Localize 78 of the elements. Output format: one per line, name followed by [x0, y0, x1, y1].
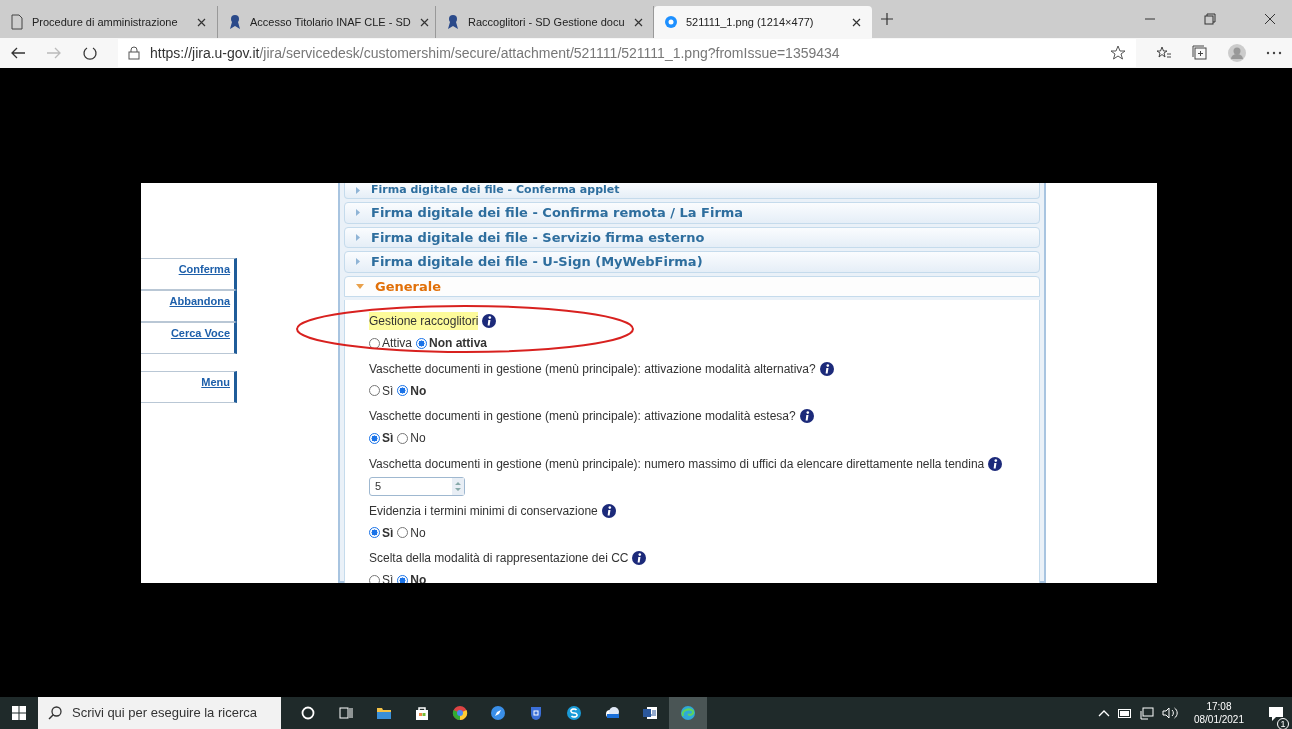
info-icon — [799, 409, 814, 423]
number-spinner[interactable]: 5 — [369, 476, 465, 496]
caret-down-icon — [355, 281, 365, 291]
radio-option[interactable]: Attiva — [369, 334, 412, 352]
close-icon[interactable] — [418, 16, 430, 28]
setting-label: Vaschetta documenti in gestione (menù principale): numero massimo di uffici da elencare direttamente nella tendina — [369, 455, 985, 473]
chevron-up-icon[interactable] — [1097, 709, 1110, 717]
forward-arrow-icon — [46, 46, 62, 60]
cloud-icon[interactable] — [604, 705, 620, 721]
sidebar-link[interactable]: Cerca Voce — [141, 322, 237, 354]
network-icon[interactable] — [1139, 706, 1154, 720]
collections-icon[interactable] — [1192, 45, 1208, 61]
sidebar-link[interactable]: Menu — [141, 371, 237, 403]
round-app-icon — [664, 14, 678, 30]
speaker-icon[interactable] — [1161, 707, 1178, 719]
accordion-header[interactable]: Firma digitale dei file - Confirma remota / La Firma — [344, 202, 1040, 224]
multicolor-circle-icon[interactable] — [452, 705, 468, 721]
caret-right-icon — [355, 208, 361, 218]
ribbon-icon — [446, 14, 460, 30]
favorites-icon[interactable] — [1156, 45, 1172, 61]
profile-icon[interactable] — [1228, 44, 1246, 62]
star-icon[interactable] — [1110, 45, 1126, 61]
radio-option[interactable]: Non attiva — [416, 334, 488, 352]
more-icon[interactable] — [1266, 51, 1282, 55]
radio-option[interactable]: Sì — [369, 381, 394, 400]
close-icon[interactable] — [196, 16, 207, 28]
sidebar-link[interactable]: Conferma — [141, 258, 237, 290]
accordion-header[interactable]: Firma digitale dei file - Servizio firma esterno — [344, 226, 1040, 248]
caret-right-icon — [355, 232, 361, 242]
compass-icon[interactable] — [490, 705, 506, 721]
info-icon — [482, 314, 497, 328]
notification-icon[interactable] — [1268, 705, 1284, 722]
setting-label: Scelta della modalità di rappresentazione dei CC — [369, 550, 629, 567]
close-icon[interactable] — [851, 16, 862, 28]
accordion-header[interactable]: Firma digitale dei file - U-Sign (MyWebFirma) — [344, 251, 1040, 273]
url-text: https://jira.u-gov.it/jira/servicedesk/customershim/secure/attachment/521111/521111_1.png?fromIssue=1359434 — [150, 43, 840, 63]
browser-tab[interactable]: 521111_1.png (1214×477) — [654, 6, 872, 38]
setting-label: Vaschette documenti in gestione (menù principale): attivazione modalità estesa? — [369, 408, 796, 425]
sidebar-link[interactable]: Abbandona — [141, 290, 237, 322]
clock[interactable]: 17:08 08/01/2021 — [1185, 700, 1252, 726]
document-icon[interactable] — [642, 705, 658, 721]
task-view-icon[interactable] — [338, 705, 354, 721]
setting-label: Gestione raccoglitori — [369, 312, 479, 330]
radio-option[interactable]: No — [397, 381, 427, 400]
caret-right-icon — [355, 257, 361, 267]
radio-option[interactable]: No — [397, 523, 426, 542]
ring-icon[interactable] — [300, 705, 316, 721]
info-icon — [819, 361, 834, 376]
restore-icon[interactable] — [1204, 13, 1216, 25]
folder-icon[interactable] — [376, 705, 392, 721]
s-circle-icon[interactable] — [566, 705, 582, 721]
setting-label: Evidenzia i termini minimi di conservazione — [369, 502, 598, 520]
back-arrow-icon[interactable] — [10, 46, 26, 60]
search-icon — [48, 706, 62, 720]
lock-icon — [128, 46, 140, 60]
info-icon — [601, 503, 616, 518]
swirl-icon[interactable] — [680, 705, 696, 721]
taskbar-search[interactable]: Scrivi qui per eseguire la ricerca — [38, 697, 281, 729]
caret-right-icon — [355, 186, 361, 195]
radio-option[interactable]: No — [397, 429, 426, 447]
refresh-icon[interactable] — [82, 45, 98, 61]
plus-icon[interactable] — [880, 12, 894, 26]
windows-logo-icon[interactable] — [12, 706, 26, 720]
accordion-header[interactable]: Firma digitale dei file - Conferma applet — [344, 183, 1040, 199]
info-icon — [988, 456, 1003, 471]
battery-icon[interactable] — [1117, 708, 1132, 718]
info-icon — [632, 551, 647, 565]
address-bar[interactable]: https://jira.u-gov.it/jira/servicedesk/customershim/secure/attachment/521111/521111_1.png?fromIssue=1359434 — [118, 39, 1136, 67]
page-icon — [10, 14, 24, 30]
radio-option[interactable]: Sì — [369, 429, 394, 447]
shopping-bag-icon[interactable] — [414, 705, 430, 721]
ribbon-icon — [228, 14, 242, 30]
close-icon[interactable] — [632, 16, 644, 28]
setting-label: Vaschette documenti in gestione (menù principale): attivazione modalità alternativa? — [369, 360, 816, 378]
close-icon[interactable] — [1264, 13, 1276, 25]
shield-icon[interactable] — [528, 705, 544, 721]
radio-option[interactable]: Sì — [369, 523, 394, 542]
notification-count: 1 — [1277, 718, 1289, 729]
